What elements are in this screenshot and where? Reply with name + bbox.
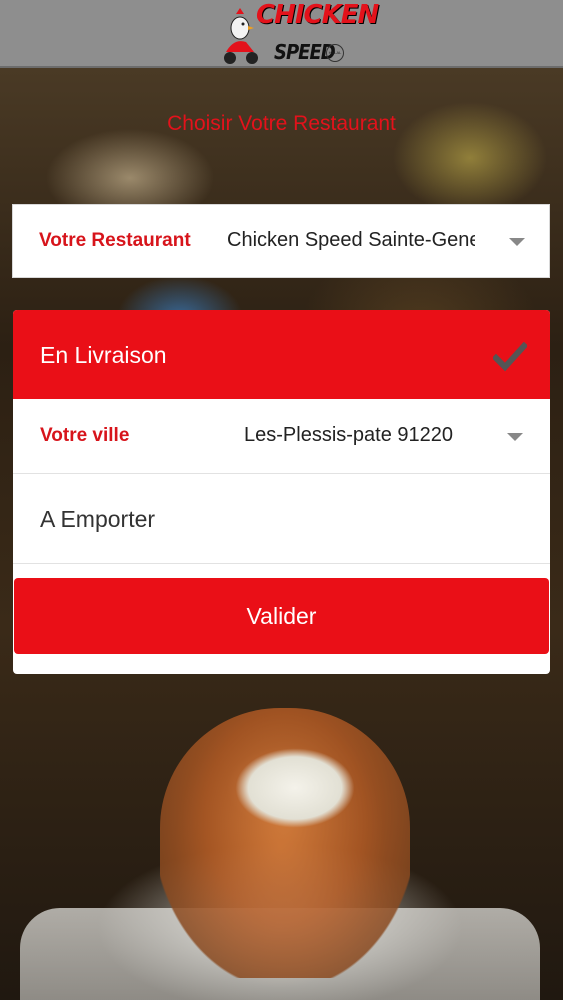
restaurant-select[interactable]: Votre Restaurant Chicken Speed Sainte-Ge… <box>12 204 550 278</box>
chevron-down-icon[interactable] <box>507 433 523 441</box>
restaurant-value[interactable]: Chicken Speed Sainte-Geneviève <box>227 229 475 252</box>
checkmark-icon <box>493 342 527 372</box>
scooter-chicken-icon <box>224 8 258 64</box>
chicken-speed-logo[interactable]: CHICKEN SPEED HALAL <box>218 0 379 68</box>
en-livraison-label: En Livraison <box>40 342 167 368</box>
sandwich-filling-image <box>235 748 355 828</box>
chevron-down-icon[interactable] <box>509 238 525 246</box>
a-emporter-label: A Emporter <box>40 506 156 532</box>
city-value[interactable]: Les-Plessis-pate 91220 <box>244 424 484 447</box>
city-label: Votre ville <box>40 425 130 446</box>
halal-badge: HALAL <box>326 44 344 62</box>
city-select[interactable]: Votre ville Les-Plessis-pate 91220 <box>13 399 550 474</box>
delivery-panel: En Livraison Votre ville Les-Plessis-pat… <box>13 310 550 674</box>
restaurant-label: Votre Restaurant <box>39 230 191 251</box>
page-title: Choisir Votre Restaurant <box>167 112 396 135</box>
valider-button[interactable]: Valider <box>14 578 549 654</box>
a-emporter-option[interactable]: A Emporter <box>13 474 550 564</box>
en-livraison-option[interactable]: En Livraison <box>13 310 550 399</box>
logo-text-chicken: CHICKEN <box>256 0 379 30</box>
app-header: CHICKEN SPEED HALAL <box>0 0 563 68</box>
